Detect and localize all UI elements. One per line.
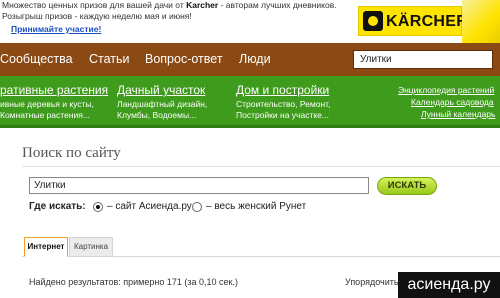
header-search-input[interactable]: Улитки: [353, 50, 493, 69]
nav-item-articles[interactable]: Статьи: [89, 52, 130, 66]
category-garden-sub2: Клумбы, Водоемы...: [117, 110, 197, 120]
top-navigation: Сообщества Статьи Вопрос-ответ Люди Улит…: [0, 43, 500, 76]
sort-control[interactable]: Упорядочить: [345, 277, 399, 287]
search-scope-label: Где искать:: [29, 201, 86, 212]
tab-internet[interactable]: Интернет: [24, 237, 68, 257]
category-garden-sub1: Ландшафтный дизайн,: [117, 99, 208, 109]
scope-web-label[interactable]: – весь женский Рунет: [206, 201, 306, 212]
gardener-calendar-link[interactable]: Календарь садовода: [411, 97, 494, 107]
nav-item-qa[interactable]: Вопрос-ответ: [145, 52, 223, 66]
promo-participate-link[interactable]: Принимайте участие!: [11, 24, 101, 34]
title-divider: [22, 166, 500, 167]
scope-site-radio[interactable]: [93, 202, 103, 212]
page-title: Поиск по сайту: [22, 145, 121, 161]
karcher-logo-icon: [363, 11, 383, 31]
karcher-logo-text: KÄRCHER: [386, 13, 469, 30]
category-house-link[interactable]: Дом и постройки: [236, 83, 329, 97]
category-bar: ративные растения ивные деревья и кусты,…: [0, 76, 500, 128]
results-summary: Найдено результатов: примерно 171 (за 0,…: [29, 277, 238, 287]
promo-corner-image: [462, 0, 500, 43]
nav-item-communities[interactable]: Сообщества: [0, 52, 73, 66]
search-button[interactable]: ИСКАТЬ: [377, 177, 437, 195]
nav-item-people[interactable]: Люди: [239, 52, 271, 66]
site-watermark: асиенда.ру: [398, 272, 500, 298]
scope-site-label[interactable]: – сайт Асиенда.ру: [107, 201, 192, 212]
promo-banner: Множество ценных призов для вашей дачи о…: [0, 0, 500, 43]
category-house-sub2: Постройки на участке...: [236, 110, 329, 120]
promo-brand-word: Karcher: [186, 0, 219, 10]
category-plants-sub2: Комнатные растения...: [0, 110, 90, 120]
lunar-calendar-link[interactable]: Лунный календарь: [421, 109, 495, 119]
tab-images[interactable]: Картинка: [69, 237, 113, 257]
category-plants-sub1: ивные деревья и кусты,: [0, 99, 94, 109]
promo-line2: Розыгрыш призов - каждую неделю мая и ию…: [2, 11, 192, 21]
category-garden-link[interactable]: Дачный участок: [117, 83, 205, 97]
scope-web-radio[interactable]: [192, 202, 202, 212]
category-plants-link[interactable]: ративные растения: [0, 83, 108, 97]
plant-encyclopedia-link[interactable]: Энциклопедия растений: [398, 85, 494, 95]
karcher-logo[interactable]: KÄRCHER: [358, 6, 468, 36]
search-input[interactable]: Улитки: [29, 177, 369, 194]
promo-text: Множество ценных призов для вашей дачи о…: [2, 0, 337, 21]
category-house-sub1: Строительство, Ремонт,: [236, 99, 331, 109]
